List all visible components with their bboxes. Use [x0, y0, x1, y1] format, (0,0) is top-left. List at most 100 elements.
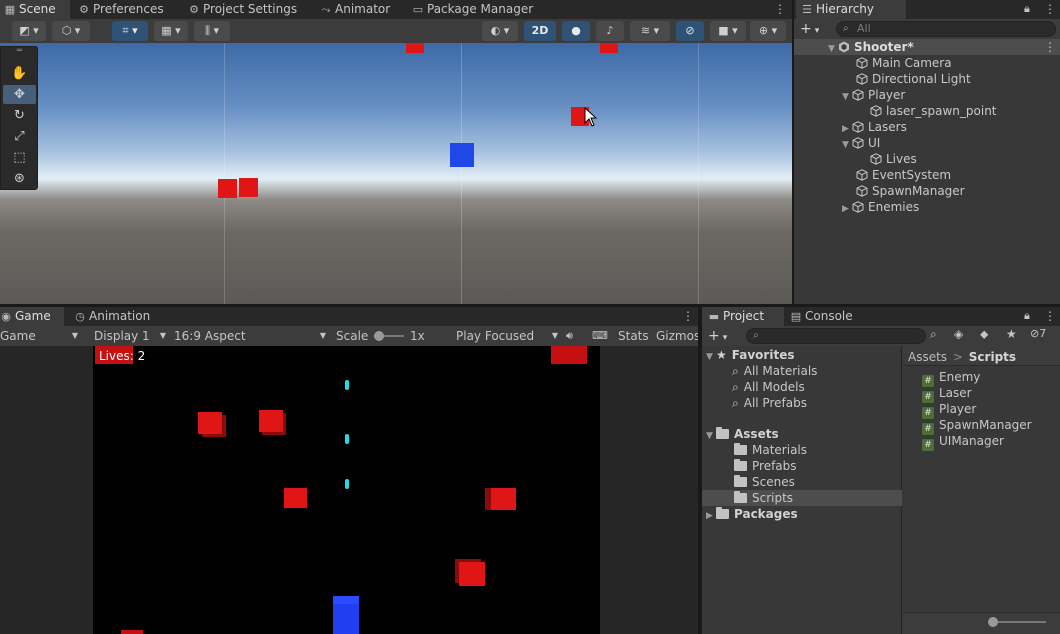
hierarchy-item-player[interactable]: ▼ Player	[842, 87, 905, 103]
packages-header[interactable]: ▶ Packages	[706, 506, 798, 522]
enemy-cube[interactable]	[406, 43, 424, 53]
gizmos-toggle[interactable]: Gizmos	[656, 326, 698, 346]
icon-size-slider-track[interactable]	[990, 621, 1046, 623]
folder-scripts[interactable]: Scripts	[734, 490, 793, 506]
scene-row-menu-icon[interactable]: ⋮	[1044, 38, 1056, 57]
hierarchy-scene-root[interactable]: ▼ Shooter*	[828, 39, 914, 55]
enemy-cube[interactable]	[551, 346, 587, 364]
enemy-cube[interactable]	[491, 488, 516, 510]
draw-mode-button[interactable]: ◩ ▾	[12, 21, 46, 41]
script-spawnmanager[interactable]: # SpawnManager	[922, 417, 1032, 435]
favorite-all-prefabs[interactable]: ⌕ All Prefabs	[732, 395, 807, 411]
folder-materials[interactable]: Materials	[734, 442, 807, 458]
icon-size-slider-thumb[interactable]	[988, 617, 998, 627]
shading-mode-button[interactable]: ◐ ▾	[482, 21, 518, 41]
project-add-button[interactable]: + ▾	[708, 326, 738, 346]
laser[interactable]	[345, 479, 349, 489]
keyboard-icon[interactable]: ⌨	[592, 326, 608, 346]
enemy-cube[interactable]	[121, 630, 143, 634]
enemy-cube[interactable]	[239, 178, 258, 197]
game-view[interactable]: Lives: 2	[93, 346, 600, 634]
collapse-arrow-icon[interactable]: ▶	[706, 508, 716, 524]
assets-header[interactable]: ▼ Assets	[706, 426, 779, 442]
hidden-objects-icon[interactable]: ⊘	[676, 21, 704, 41]
increment-snap-button[interactable]: ⫼ ▾	[194, 21, 230, 41]
hierarchy-item-lives[interactable]: Lives	[870, 151, 917, 167]
hierarchy-item-main-camera[interactable]: Main Camera	[856, 55, 952, 71]
rotate-tool-icon[interactable]: ↻	[3, 106, 36, 125]
search-by-type-icon[interactable]: ⌕	[930, 327, 937, 342]
camera-button[interactable]: ■ ▾	[710, 21, 746, 41]
project-menu-icon[interactable]: ⋮	[1044, 307, 1056, 326]
folder-prefabs[interactable]: Prefabs	[734, 458, 797, 474]
play-mode-dropdown[interactable]: Play Focused ▼	[450, 326, 562, 346]
hierarchy-item-ui[interactable]: ▼ UI	[842, 135, 880, 151]
scale-slider-thumb[interactable]	[374, 331, 384, 341]
hierarchy-item-spawnmanager[interactable]: SpawnManager	[856, 183, 965, 199]
game-view-dropdown[interactable]: Game ▼	[0, 326, 84, 346]
hierarchy-item-lasers[interactable]: ▶ Lasers	[842, 119, 907, 135]
hierarchy-item-enemies[interactable]: ▶ Enemies	[842, 199, 919, 215]
grid-visibility-button[interactable]: ▦ ▾	[154, 21, 188, 41]
hierarchy-item-laser-spawn-point[interactable]: laser_spawn_point	[870, 103, 997, 119]
expand-arrow-icon[interactable]: ▼	[842, 89, 852, 105]
effects-button[interactable]: ≋ ▾	[630, 21, 670, 41]
breadcrumb-assets[interactable]: Assets	[908, 350, 947, 364]
gizmos-button[interactable]: ⊕ ▾	[750, 21, 786, 41]
lock-icon[interactable]: 🔒︎	[1024, 309, 1030, 323]
transform-tool-icon[interactable]: ⊛	[3, 169, 36, 188]
tag-icon[interactable]: ⬥	[980, 327, 988, 342]
player-cube[interactable]	[450, 143, 474, 167]
script-enemy[interactable]: # Enemy	[922, 369, 980, 387]
hierarchy-menu-icon[interactable]: ⋮	[1044, 0, 1056, 19]
enemy-cube[interactable]	[600, 43, 618, 53]
enemy-cube[interactable]	[459, 562, 485, 586]
collapse-arrow-icon[interactable]: ▶	[842, 201, 852, 217]
hierarchy-search-input[interactable]: ⌕ All	[836, 21, 1056, 37]
hierarchy-item-directional-light[interactable]: Directional Light	[856, 71, 971, 87]
tab-package-manager[interactable]: ▭ Package Manager	[412, 0, 542, 19]
script-laser[interactable]: # Laser	[922, 385, 972, 403]
favorite-all-materials[interactable]: ⌕ All Materials	[732, 363, 817, 379]
favorites-header[interactable]: ▼ ★ Favorites	[706, 347, 794, 363]
grid-snap-button[interactable]: ⌗ ▾	[112, 21, 148, 41]
hierarchy-add-button[interactable]: + ▾	[800, 19, 830, 39]
lock-icon[interactable]: 🔒︎	[1024, 2, 1030, 16]
folder-scenes[interactable]: Scenes	[734, 474, 795, 490]
enemy-cube[interactable]	[218, 179, 237, 198]
expand-arrow-icon[interactable]: ▼	[706, 428, 716, 444]
tab-game[interactable]: ◉ Game	[0, 307, 64, 326]
hierarchy-item-eventsystem[interactable]: EventSystem	[856, 167, 951, 183]
tab-scene[interactable]: ▦ Scene	[0, 0, 70, 19]
toggle-2d-button[interactable]: 2D	[524, 21, 556, 41]
scale-tool-icon[interactable]: ⤢	[3, 127, 36, 146]
expand-arrow-icon[interactable]: ▼	[828, 41, 838, 57]
lighting-icon[interactable]: ●	[562, 21, 590, 41]
laser[interactable]	[345, 434, 349, 444]
scene-viewport[interactable]	[0, 43, 792, 304]
laser[interactable]	[345, 380, 349, 390]
search-by-label-icon[interactable]: ◈	[954, 327, 963, 341]
move-tool-icon[interactable]: ✥	[3, 85, 36, 104]
audio-icon[interactable]: ♪	[596, 21, 624, 41]
project-search-input[interactable]: ⌕	[746, 328, 926, 344]
scene-menu-icon[interactable]: ⋮	[774, 0, 786, 19]
game-menu-icon[interactable]: ⋮	[682, 307, 694, 326]
tab-project-settings[interactable]: ⚙ Project Settings	[188, 0, 308, 19]
player-cube[interactable]	[333, 596, 359, 634]
tab-animator[interactable]: ⤳ Animator	[320, 0, 400, 19]
expand-arrow-icon[interactable]: ▼	[842, 137, 852, 153]
breadcrumb-scripts[interactable]: Scripts	[969, 350, 1016, 364]
tab-preferences[interactable]: ⚙ Preferences	[78, 0, 178, 19]
mute-audio-icon[interactable]: 🔊︎	[566, 326, 582, 346]
stats-button[interactable]: Stats	[618, 326, 649, 346]
tab-console[interactable]: ▤ Console	[790, 307, 880, 326]
tab-animation[interactable]: ◷ Animation	[74, 307, 164, 326]
aspect-dropdown[interactable]: 16:9 Aspect ▼	[172, 326, 330, 346]
script-uimanager[interactable]: # UIManager	[922, 433, 1004, 451]
hidden-packages-icon[interactable]: ⊘7	[1030, 327, 1046, 340]
tab-hierarchy[interactable]: ☰ Hierarchy	[796, 0, 906, 19]
favorite-all-models[interactable]: ⌕ All Models	[732, 379, 805, 395]
script-player[interactable]: # Player	[922, 401, 976, 419]
rect-tool-icon[interactable]: ⬚	[3, 148, 36, 167]
